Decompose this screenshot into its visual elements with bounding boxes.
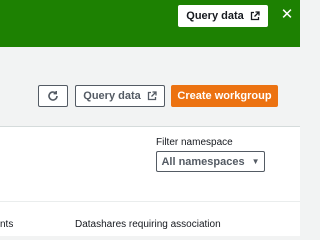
create-workgroup-button[interactable]: Create workgroup	[171, 85, 278, 107]
caret-down-icon: ▼	[251, 157, 260, 166]
namespace-filter-select[interactable]: All namespaces ▼	[156, 151, 265, 172]
banner-close-icon[interactable]: ✕	[280, 6, 294, 24]
column-header[interactable]: nts	[0, 219, 13, 230]
divider	[0, 201, 300, 202]
external-link-icon	[250, 11, 260, 21]
query-data-button[interactable]: Query data	[75, 85, 165, 107]
notification-banner: Query data ✕	[0, 0, 300, 47]
external-link-icon	[147, 91, 157, 101]
create-workgroup-label: Create workgroup	[177, 90, 272, 102]
filter-namespace-label: Filter namespace	[156, 137, 233, 148]
banner-query-data-label: Query data	[186, 10, 244, 22]
query-data-label: Query data	[83, 90, 141, 102]
refresh-icon	[48, 91, 58, 101]
banner-query-data-button[interactable]: Query data	[178, 5, 268, 27]
column-header[interactable]: Datashares requiring association	[75, 219, 221, 230]
refresh-button[interactable]	[38, 85, 68, 107]
namespace-filter-value: All namespaces	[161, 155, 245, 168]
